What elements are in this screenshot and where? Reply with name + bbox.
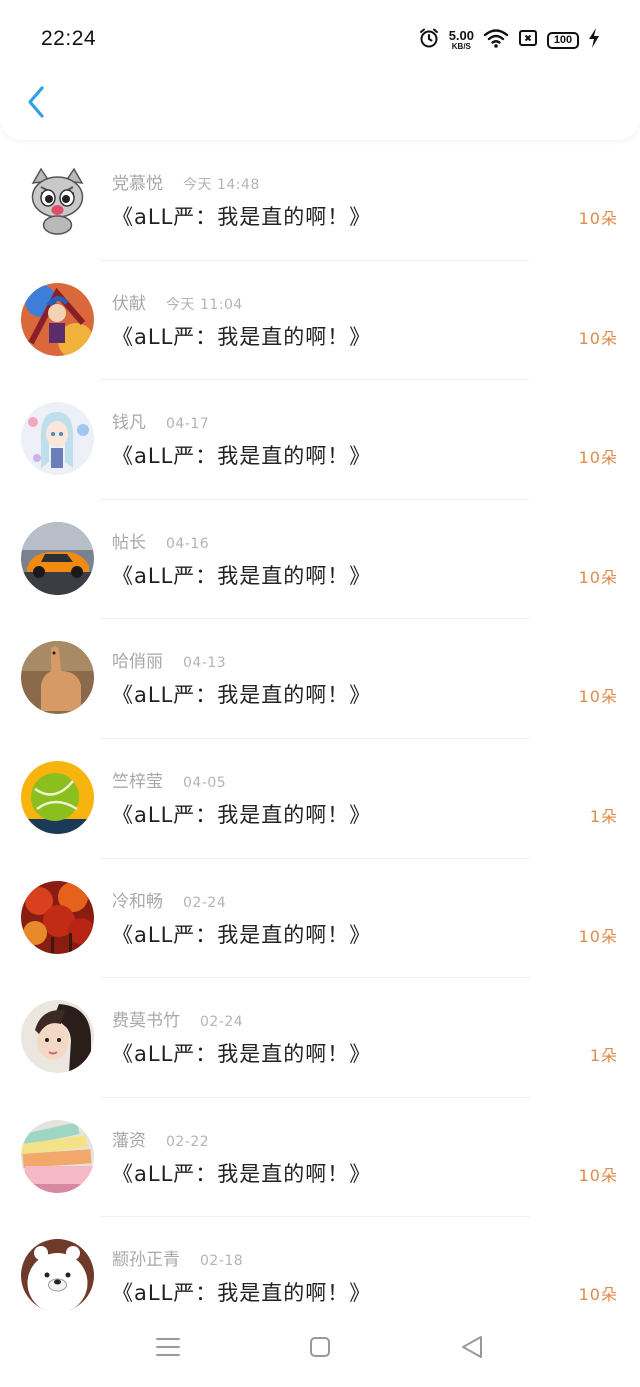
item-time: 今天 11:04 [166,296,243,313]
item-meta: 竺梓莹 04-05 [112,767,226,792]
item-meta: 颛孙正青 02-18 [112,1245,243,1270]
list-item[interactable]: 藩资 02-22 《aLL严：我是直的啊！》 10朵 [0,1098,640,1218]
flower-count: 10朵 [578,209,618,228]
flower-count: 1朵 [589,1046,618,1066]
net-speed: 5.00 KB/S [448,28,474,51]
flower-count: 10朵 [578,328,618,348]
menu-button[interactable] [148,1334,188,1364]
user-name: 党慕悦 [112,174,163,194]
item-meta: 伏献 今天 11:04 [112,289,243,314]
list-item[interactable]: 费莫书竹 02-24 《aLL严：我是直的啊！》 1朵 [0,978,640,1098]
book-title: 《aLL严：我是直的啊！》 [112,922,372,947]
wifi-icon [483,27,509,53]
user-name: 颛孙正青 [112,1250,180,1271]
item-meta: 费莫书竹 02-24 [112,1006,243,1031]
item-meta: 冷和畅 02-24 [112,887,226,912]
avatar[interactable] [21,760,94,834]
avatar[interactable] [21,282,94,356]
flower-count: 1朵 [589,806,618,826]
item-time: 04-17 [166,416,210,433]
flower-count: 10朵 [578,1165,618,1185]
avatar[interactable] [21,1239,94,1313]
status-time: 22:24 [41,27,97,50]
item-meta: 藩资 02-22 [112,1126,209,1151]
flower-count: 10朵 [578,687,618,707]
item-time: 02-24 [200,1014,244,1031]
status-icons: 5.00 KB/S 100 [418,27,600,53]
list-item[interactable]: 党慕悦 今天 14:48 《aLL严：我是直的啊！》 10朵 [0,141,640,261]
flower-count: 10朵 [578,567,618,587]
back-nav-button[interactable] [452,1334,492,1364]
menu-icon [155,1336,181,1362]
list-item[interactable]: 竺梓莹 04-05 《aLL严：我是直的啊！》 1朵 [0,739,640,859]
system-nav-bar [0,1310,640,1387]
avatar[interactable] [21,641,94,715]
book-title: 《aLL严：我是直的啊！》 [112,563,372,588]
battery-icon: 100 [547,31,579,49]
alarm-icon [418,27,440,53]
book-title: 《aLL严：我是直的啊！》 [112,324,372,349]
avatar[interactable] [21,880,94,954]
item-time: 02-22 [166,1133,210,1150]
user-name: 帖长 [112,532,146,553]
gift-record-list: 党慕悦 今天 14:48 《aLL严：我是直的啊！》 10朵 伏献 今天 11:… [0,141,640,1337]
back-button[interactable] [18,84,54,124]
item-time: 04-05 [183,774,227,791]
home-button[interactable] [300,1334,340,1364]
list-item[interactable]: 伏献 今天 11:04 《aLL严：我是直的啊！》 10朵 [0,261,640,381]
book-title: 《aLL严：我是直的啊！》 [112,444,372,469]
book-title: 《aLL严：我是直的啊！》 [112,205,372,229]
item-time: 02-18 [200,1253,244,1270]
user-name: 伏献 [112,293,146,314]
sim-icon [518,28,538,52]
charging-icon [588,27,600,53]
book-title: 《aLL严：我是直的啊！》 [112,802,372,827]
avatar[interactable] [21,1000,94,1074]
item-meta: 帖长 04-16 [112,528,209,553]
top-bar: 22:24 5.00 KB/S 100 [0,0,640,140]
item-meta: 钱凡 04-17 [112,408,209,433]
user-name: 藩资 [112,1130,146,1151]
flower-count: 10朵 [578,1285,618,1305]
avatar[interactable] [21,402,94,476]
user-name: 费莫书竹 [112,1011,180,1032]
flower-count: 10朵 [578,926,618,946]
flower-count: 10朵 [578,448,618,468]
book-title: 《aLL严：我是直的啊！》 [112,1042,372,1067]
avatar[interactable] [21,163,94,236]
list-item[interactable]: 冷和畅 02-24 《aLL严：我是直的啊！》 10朵 [0,859,640,979]
item-meta: 党慕悦 今天 14:48 [112,169,260,194]
avatar[interactable] [21,521,94,595]
list-item[interactable]: 哈俏丽 04-13 《aLL严：我是直的啊！》 10朵 [0,619,640,739]
status-bar: 22:24 5.00 KB/S 100 [0,0,640,78]
item-time: 今天 14:48 [183,177,260,193]
item-time: 04-13 [183,655,227,672]
list-item[interactable]: 帖长 04-16 《aLL严：我是直的啊！》 10朵 [0,500,640,620]
user-name: 冷和畅 [112,891,163,912]
user-name: 哈俏丽 [112,652,163,673]
avatar[interactable] [21,1119,94,1193]
item-time: 04-16 [166,535,210,552]
book-title: 《aLL严：我是直的啊！》 [112,1161,372,1186]
back-triangle-icon [459,1334,485,1364]
user-name: 竺梓莹 [112,771,163,792]
item-time: 02-24 [183,894,227,911]
user-name: 钱凡 [112,413,146,434]
item-meta: 哈俏丽 04-13 [112,647,226,672]
book-title: 《aLL严：我是直的啊！》 [112,1281,372,1306]
list-item[interactable]: 钱凡 04-17 《aLL严：我是直的啊！》 10朵 [0,380,640,500]
book-title: 《aLL严：我是直的啊！》 [112,683,372,708]
chevron-left-icon [26,85,46,123]
home-square-icon [308,1335,332,1363]
